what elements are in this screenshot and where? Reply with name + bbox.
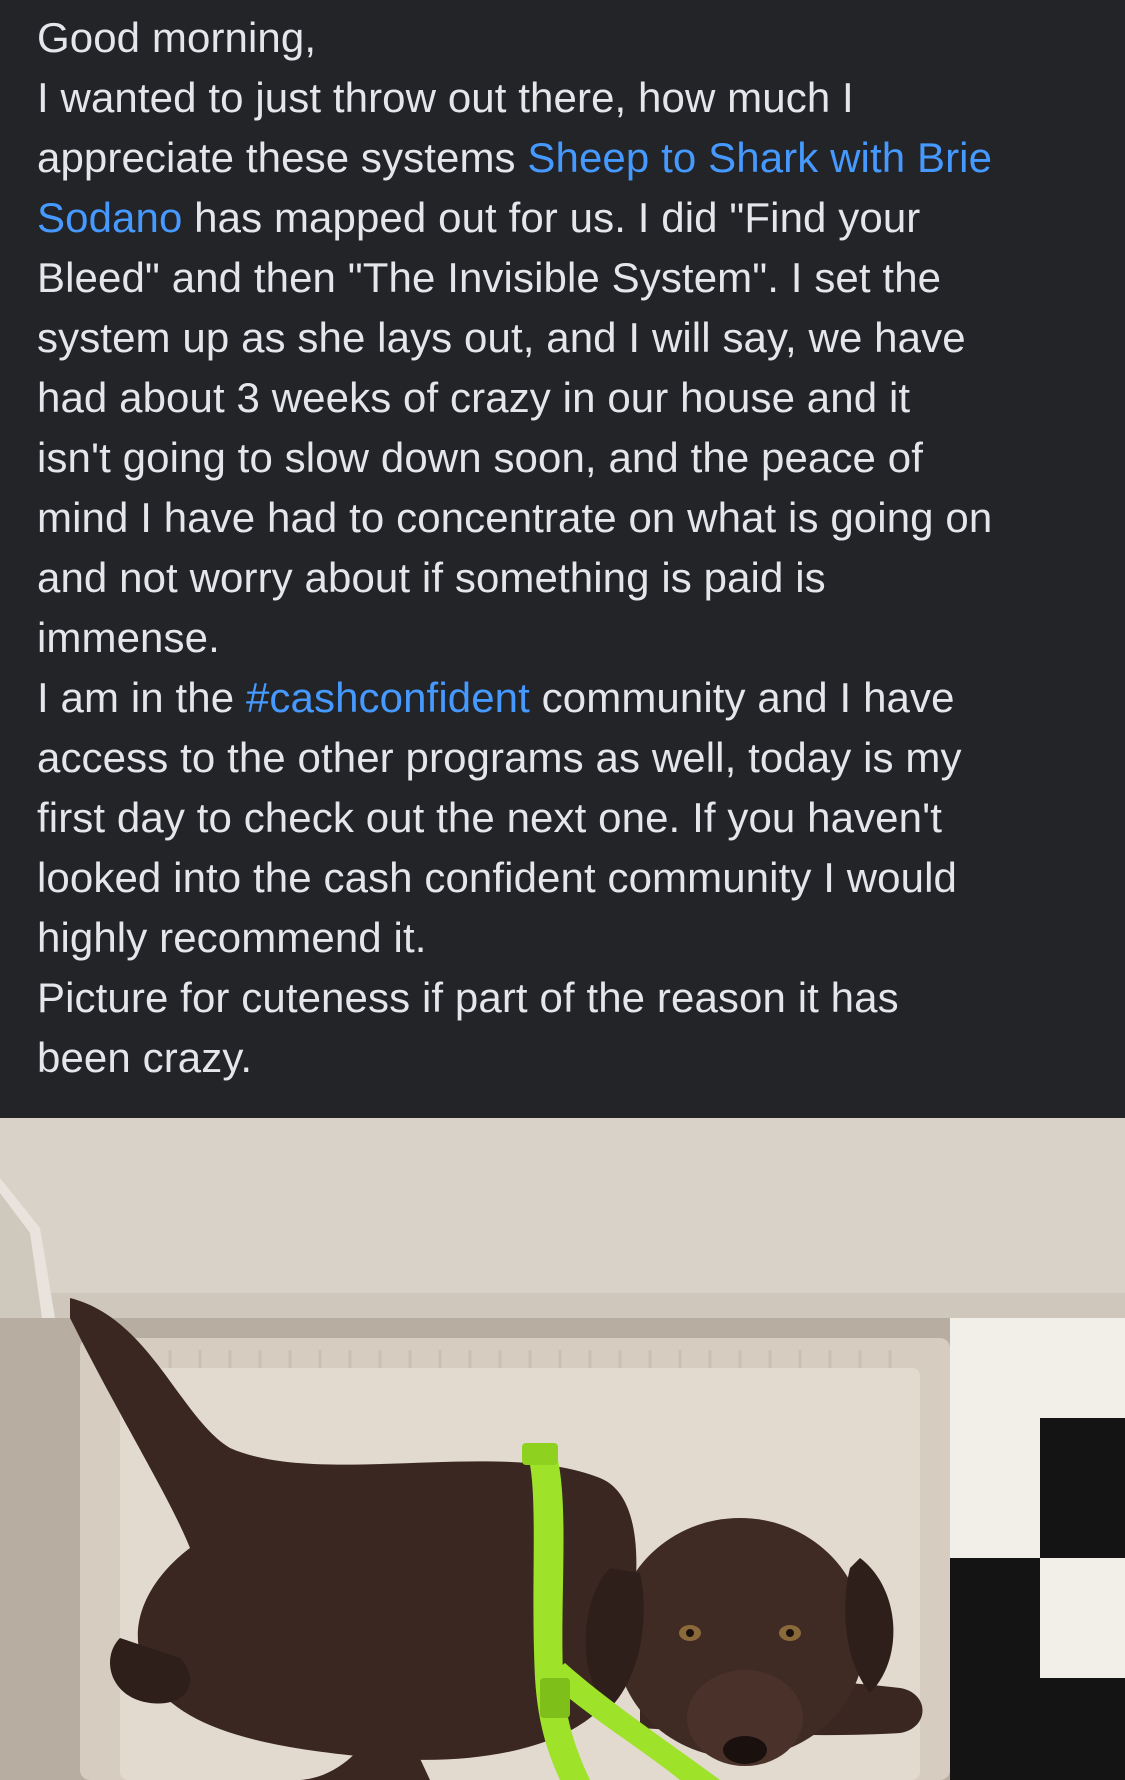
post-line: Picture for cuteness if part of the reas… [37,968,1097,1028]
post-line: looked into the cash confident community… [37,848,1097,908]
post-line: isn't going to slow down soon, and the p… [37,428,1097,488]
post-line: highly recommend it. [37,908,1097,968]
post-body: Good morning, I wanted to just throw out… [37,8,1097,1088]
line-text: Picture for cuteness if part of the reas… [37,974,899,1021]
hashtag-cashconfident[interactable]: #cashconfident [246,674,530,721]
post-line: been crazy. [37,1028,1097,1088]
post-line: mind I have had to concentrate on what i… [37,488,1097,548]
line-text: looked into the cash confident community… [37,854,957,901]
post-line: first day to check out the next one. If … [37,788,1097,848]
line-text: system up as she lays out, and I will sa… [37,314,966,361]
page-link-sheep-to-shark[interactable]: Sheep to Shark with Brie [527,134,992,181]
line-text: mind I have had to concentrate on what i… [37,494,993,541]
line-text: appreciate these systems [37,134,528,181]
line-text: and not worry about if something is paid… [37,554,826,601]
line-text: highly recommend it. [37,914,427,961]
line-text: has mapped out for us. I did "Find your [182,194,921,241]
line-text: I wanted to just throw out there, how mu… [37,74,854,121]
line-text: I am in the [37,674,246,721]
post-photo[interactable] [0,1118,1125,1780]
line-text: community and I have [529,674,955,721]
post-line: appreciate these systems Sheep to Shark … [37,128,1097,188]
post-line: immense. [37,608,1097,668]
line-text: had about 3 weeks of crazy in our house … [37,374,911,421]
post-line: Bleed" and then "The Invisible System". … [37,248,1097,308]
post-line: Good morning, [37,8,1097,68]
post-line: I am in the #cashconfident community and… [37,668,1097,728]
line-text: Good morning, [37,14,317,61]
post-line: Sodano has mapped out for us. I did "Fin… [37,188,1097,248]
post-line: I wanted to just throw out there, how mu… [37,68,1097,128]
line-text: Bleed" and then "The Invisible System". … [37,254,942,301]
line-text: access to the other programs as well, to… [37,734,962,781]
line-text: first day to check out the next one. If … [37,794,942,841]
post-line: had about 3 weeks of crazy in our house … [37,368,1097,428]
line-text: isn't going to slow down soon, and the p… [37,434,923,481]
post-line: and not worry about if something is paid… [37,548,1097,608]
dog-photo-icon [0,1118,1125,1780]
line-text: immense. [37,614,220,661]
post-line: system up as she lays out, and I will sa… [37,308,1097,368]
post-line: access to the other programs as well, to… [37,728,1097,788]
page-link-sodano[interactable]: Sodano [37,194,182,241]
line-text: been crazy. [37,1034,253,1081]
